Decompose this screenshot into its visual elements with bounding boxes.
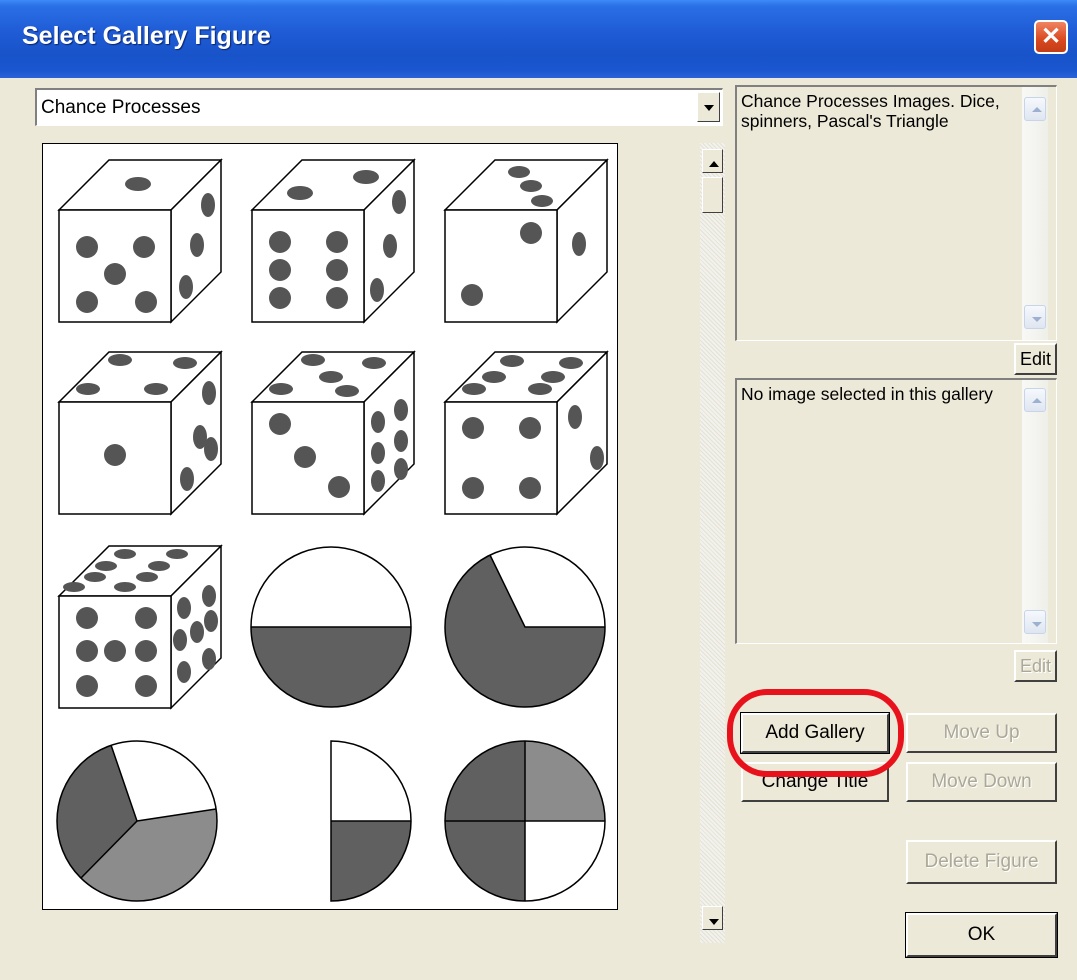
spinner-thirds[interactable]	[444, 546, 606, 708]
spinner-quarters[interactable]	[444, 740, 606, 902]
figure-description-text: No image selected in this gallery	[741, 384, 993, 404]
scroll-up-button[interactable]	[702, 149, 723, 173]
spinner-halves[interactable]	[250, 546, 412, 708]
die-figure[interactable]	[444, 159, 608, 323]
dialog-window: Select Gallery Figure ✕ Chance Processes	[0, 0, 1077, 980]
gallery-scrollbar[interactable]	[700, 143, 725, 943]
arrow-up-icon	[1032, 398, 1042, 403]
gallery-dropdown[interactable]: Chance Processes	[35, 88, 723, 126]
die-figure[interactable]	[444, 351, 608, 515]
gallery-description-box[interactable]: Chance Processes Images. Dice, spinners,…	[735, 85, 1057, 341]
gallery-description-text: Chance Processes Images. Dice, spinners,…	[741, 91, 1000, 131]
edit-description-button[interactable]: Edit	[1014, 343, 1057, 375]
scroll-down-button[interactable]	[1024, 305, 1046, 329]
dropdown-button[interactable]	[697, 92, 720, 122]
scroll-down-button[interactable]	[1024, 610, 1046, 634]
die-figure[interactable]	[58, 351, 222, 515]
window-title: Select Gallery Figure	[22, 22, 271, 50]
spinner-three-parts[interactable]	[56, 740, 218, 902]
arrow-up-icon	[1032, 107, 1042, 112]
description-scrollbar[interactable]	[1022, 87, 1048, 340]
arrow-up-icon	[709, 161, 719, 167]
scroll-down-button[interactable]	[702, 906, 723, 930]
close-button[interactable]: ✕	[1034, 20, 1068, 54]
scroll-thumb[interactable]	[702, 177, 723, 213]
arrow-down-icon	[1032, 317, 1042, 322]
move-up-button[interactable]: Move Up	[906, 713, 1057, 753]
die-figure[interactable]	[251, 351, 415, 515]
close-icon: ✕	[1040, 23, 1062, 50]
move-down-button[interactable]: Move Down	[906, 762, 1057, 802]
die-figure[interactable]	[58, 159, 222, 323]
chevron-down-icon	[704, 105, 714, 111]
gallery-dropdown-value: Chance Processes	[41, 97, 201, 118]
delete-figure-button[interactable]: Delete Figure	[906, 840, 1057, 884]
gallery-canvas[interactable]	[42, 143, 618, 910]
highlight-ring	[727, 689, 904, 777]
half-spinner-quarters[interactable]	[330, 740, 412, 902]
die-figure[interactable]	[58, 545, 222, 709]
edit-figure-button[interactable]: Edit	[1014, 650, 1057, 682]
arrow-down-icon	[1032, 622, 1042, 627]
ok-button[interactable]: OK	[905, 912, 1058, 958]
die-figure[interactable]	[251, 159, 415, 323]
title-bar[interactable]: Select Gallery Figure ✕	[0, 0, 1077, 78]
scroll-up-button[interactable]	[1024, 388, 1046, 412]
arrow-down-icon	[709, 919, 719, 925]
figure-scrollbar[interactable]	[1022, 380, 1048, 643]
figure-description-box[interactable]: No image selected in this gallery	[735, 378, 1057, 644]
gallery-figures	[56, 159, 608, 902]
scroll-up-button[interactable]	[1024, 97, 1046, 121]
